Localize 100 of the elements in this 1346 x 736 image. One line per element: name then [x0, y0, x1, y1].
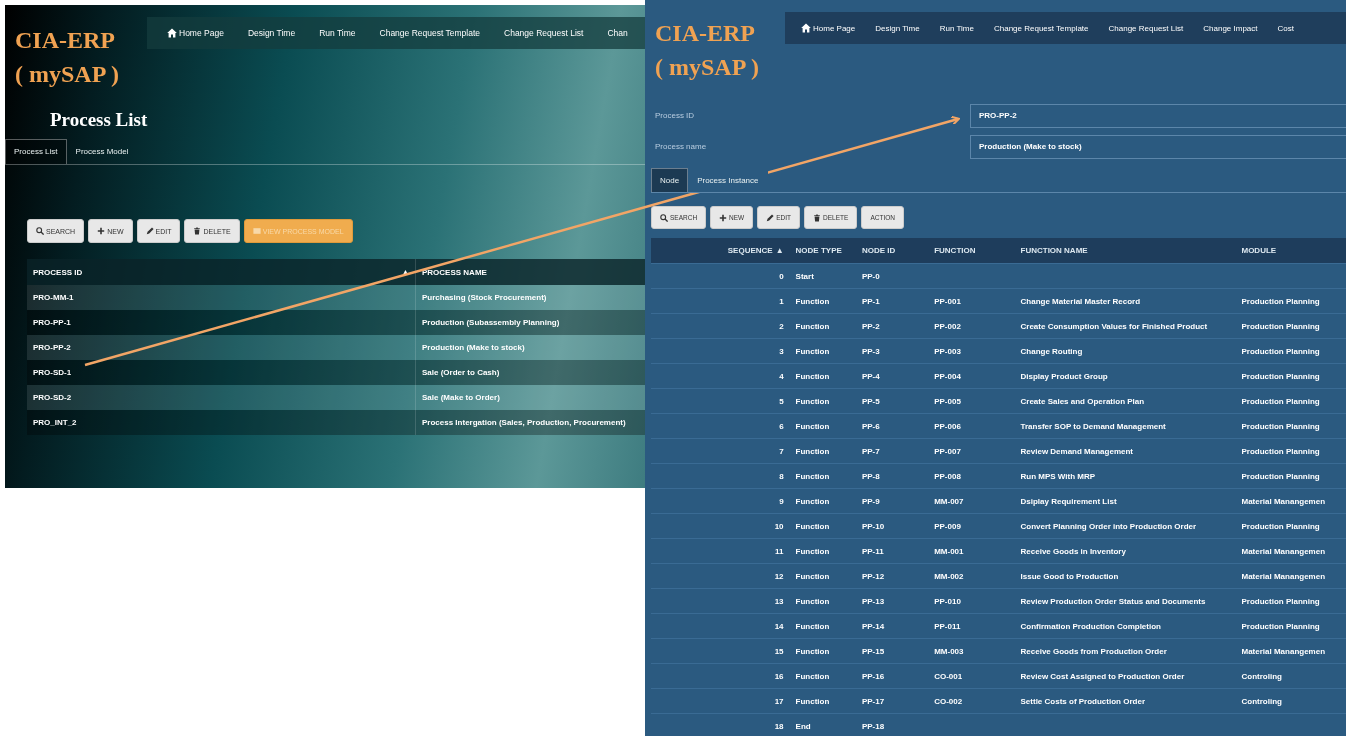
table-cell: Function [795, 496, 830, 506]
nav-link[interactable]: Change Request Template [367, 28, 492, 38]
table-cell: Review Production Order Status and Documents [1020, 596, 1206, 606]
table-cell: PP-10 [861, 521, 885, 531]
table-cell: Material Manangemen [1241, 571, 1326, 581]
table-cell: Production Planning [1241, 471, 1320, 481]
table-cell: Function [795, 596, 830, 606]
field-label: Process ID [655, 111, 696, 120]
table-cell: Production Planning [1241, 421, 1320, 431]
table-cell: Function [795, 371, 830, 381]
table-cell: Production Planning [1241, 321, 1320, 331]
table-cell: Confirmation Production Completion [1020, 621, 1161, 631]
table-cell: PP-9 [861, 496, 880, 506]
nav-link[interactable]: Run Time [307, 28, 368, 38]
table-cell: Material Manangemen [1241, 646, 1326, 656]
table-cell: PP-5 [861, 396, 880, 406]
table-cell: PP-011 [934, 621, 961, 631]
table-cell: Production Planning [1241, 521, 1320, 531]
column-header[interactable]: MODULE [1237, 238, 1346, 264]
app-logo-text: ( mySAP ) [15, 60, 120, 89]
table-cell: Production (Make to stock) [415, 335, 645, 360]
table-cell: 4 [779, 371, 784, 381]
table-cell: Material Manangemen [1241, 546, 1326, 556]
table-cell: 15 [774, 646, 784, 656]
input-field[interactable]: Production (Make to stock) [970, 134, 1346, 159]
table-cell: PRO-PP-1 [27, 310, 416, 335]
table-cell: Settle Costs of Production Order [1020, 696, 1145, 706]
table-cell: 6 [779, 421, 784, 431]
table-cell: Controling [1241, 671, 1282, 681]
input-field[interactable]: PRO-PP-2 [970, 103, 1346, 128]
table-cell: Start [795, 271, 814, 281]
sort-indicator[interactable]: ▲ [775, 246, 784, 255]
search-icon [36, 227, 44, 235]
table-cell: PP-005 [934, 396, 961, 406]
table-cell: Receive Goods in Inventory [1020, 546, 1126, 556]
nav-link[interactable]: Change Request List [1098, 23, 1194, 33]
table-cell: 10 [774, 521, 784, 531]
table-cell: Dsiplay Requirement List [1020, 496, 1117, 506]
tab[interactable]: Process List [5, 139, 67, 164]
plus-icon [97, 227, 106, 235]
table-cell: Function [795, 696, 830, 706]
table-cell: 8 [779, 471, 784, 481]
nav-link[interactable]: Change Request List [492, 28, 596, 38]
column-header-text: PROCESS NAME [422, 267, 487, 277]
table-cell: PRO-PP-2 [27, 335, 416, 360]
nav-link[interactable]: Chan [595, 28, 640, 38]
column-header[interactable]: FUNCTION [930, 238, 1017, 264]
nav-link[interactable]: Home Page [791, 23, 866, 33]
nav-link[interactable]: Home Page [155, 28, 236, 38]
table-cell: Run MPS With MRP [1020, 471, 1096, 481]
table-cell: PP-2 [861, 321, 880, 331]
tab[interactable]: Process Model [66, 139, 138, 164]
nav-link[interactable]: Design Time [235, 28, 308, 38]
nav-link[interactable]: Cost [1267, 23, 1304, 33]
table-cell: Function [795, 471, 830, 481]
table-cell: Production Planning [1241, 621, 1320, 631]
table-cell: Function [795, 396, 830, 406]
table-cell: Receive Goods from Production Order [1020, 646, 1167, 656]
table-cell: PRO-SD-2 [27, 385, 416, 410]
nav-link[interactable]: Change Request Template [983, 23, 1099, 33]
table-cell: Purchasing (Stock Procurement) [415, 285, 645, 310]
table-cell: CO-002 [934, 696, 963, 706]
column-header[interactable]: FUNCTION NAME [1016, 238, 1238, 264]
table-cell: PP-010 [934, 596, 961, 606]
column-header[interactable]: PROCESS NAME [415, 259, 645, 285]
table-cell: Function [795, 421, 830, 431]
tab[interactable]: Node [651, 168, 689, 192]
table-cell: Function [795, 346, 830, 356]
table-cell: 18 [774, 721, 784, 731]
table-cell: PP-1 [861, 296, 880, 306]
nav-link[interactable]: Run Time [929, 23, 984, 33]
table-cell: PP-6 [861, 421, 880, 431]
field-label: Process name [655, 142, 708, 151]
table-cell: Create Consumption Values for Finished Product [1020, 321, 1208, 331]
table-cell: End [795, 721, 811, 731]
table-cell: Change Material Master Record [1020, 296, 1141, 306]
nav-link[interactable]: Change Impact [1193, 23, 1268, 33]
column-header-text: FUNCTION [934, 246, 976, 255]
table-cell: PP-003 [934, 346, 961, 356]
column-header[interactable]: NODE TYPE [787, 238, 858, 264]
trash-icon [813, 213, 822, 222]
table-cell: PP-11 [861, 546, 884, 556]
column-header[interactable]: NODE ID [857, 238, 931, 264]
column-header-text: MODULE [1241, 246, 1277, 255]
table-cell: Function [795, 296, 830, 306]
table-cell: 16 [774, 671, 784, 681]
table-cell: Review Demand Management [1020, 446, 1133, 456]
column-header[interactable]: SEQUENCE ▲ [651, 238, 788, 264]
column-header-text: NODE TYPE [795, 246, 842, 255]
table-cell: PP-007 [934, 446, 961, 456]
table-cell: Function [795, 571, 830, 581]
column-header-text: FUNCTION NAME [1020, 246, 1088, 255]
table-cell: 3 [779, 346, 784, 356]
table-cell: CO-001 [934, 671, 963, 681]
table-cell: PP-15 [861, 646, 885, 656]
page-title: Process List [49, 108, 149, 132]
search-icon [660, 213, 668, 222]
nav-link[interactable]: Design Time [865, 23, 930, 33]
table-cell: Transfer SOP to Demand Management [1020, 421, 1166, 431]
table-cell: PP-0 [861, 271, 880, 281]
